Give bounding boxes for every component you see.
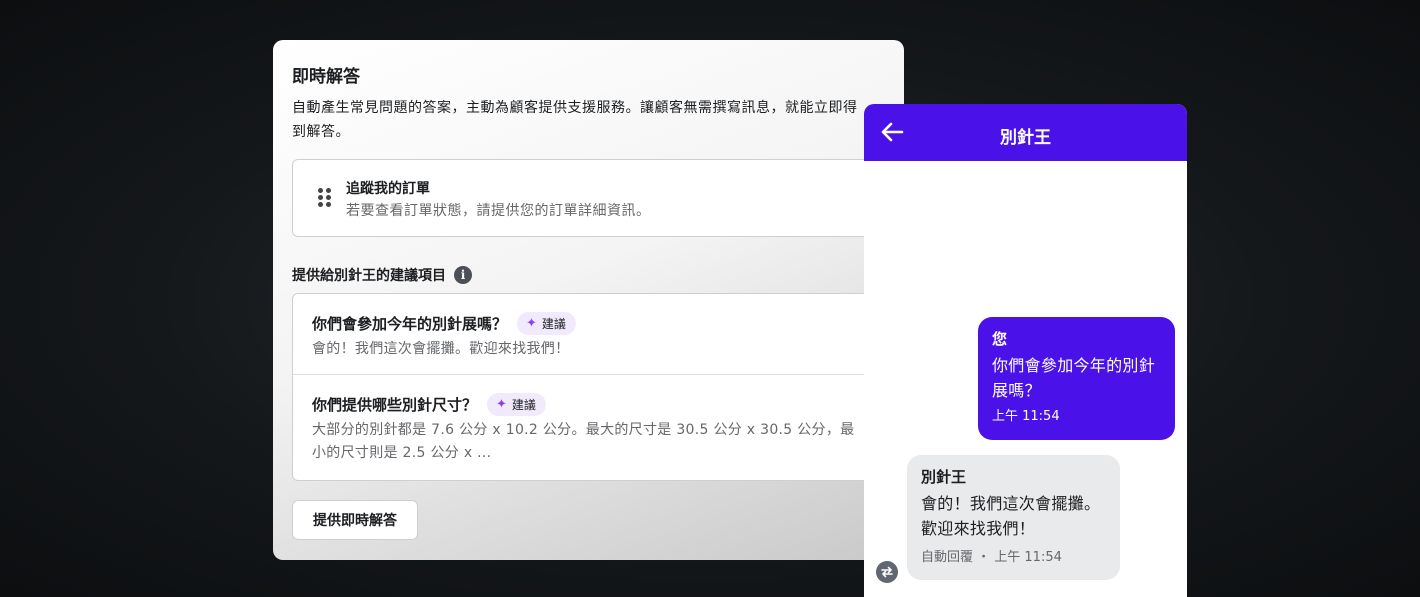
- message-time: 上午 11:54: [992, 409, 1060, 424]
- incoming-message-bubble: 別針王 會的！我們這次會擺攤。歡迎來找我們！ 自動回覆 ・ 上午 11:54: [907, 455, 1120, 580]
- suggestion-badge: ✦ 建議: [487, 393, 546, 416]
- message-sender: 別針王: [921, 468, 967, 486]
- card-title: 即時解答: [292, 67, 360, 87]
- suggestion-answer: 會的！我們這次會擺攤。歡迎來找我們！: [312, 341, 570, 357]
- suggestions-list: 你們會參加今年的別針展嗎？ ✦ 建議 會的！我們這次會擺攤。歡迎來找我們！ 你們…: [292, 293, 904, 481]
- message-meta: 自動回覆 ・ 上午 11:54: [921, 550, 1062, 565]
- suggestions-label: 提供給別針王的建議項目: [292, 268, 446, 284]
- sparkle-icon: ✦: [526, 316, 537, 331]
- suggestion-question-row: 你們會參加今年的別針展嗎？ ✦ 建議: [312, 312, 576, 335]
- message-text: 會的！我們這次會擺攤。歡迎來找我們！: [921, 494, 1101, 538]
- suggestion-question-row: 你們提供哪些別針尺寸？ ✦ 建議: [312, 393, 546, 416]
- card-description: 自動產生常見問題的答案，主動為顧客提供支援服務。讓顧客無需撰寫訊息，就能立即得到…: [292, 100, 858, 140]
- question-item-track-order[interactable]: 追蹤我的訂單 若要查看訂單狀態，請提供您的訂單詳細資訊。: [292, 159, 904, 237]
- suggestion-question: 你們提供哪些別針尺寸？: [312, 396, 478, 414]
- suggestion-badge-label: 建議: [541, 317, 566, 331]
- suggestion-item[interactable]: 你們會參加今年的別針展嗎？ ✦ 建議 會的！我們這次會擺攤。歡迎來找我們！: [293, 294, 904, 375]
- chat-header: 別針王: [864, 104, 1187, 161]
- message-text: 你們會參加今年的別針展嗎？: [992, 356, 1156, 400]
- suggestion-question: 你們會參加今年的別針展嗎？: [312, 315, 508, 333]
- question-subtitle: 若要查看訂單狀態，請提供您的訂單詳細資訊。: [346, 203, 651, 219]
- outgoing-message-bubble: 您 你們會參加今年的別針展嗎？ 上午 11:54: [978, 317, 1175, 440]
- chat-title: 別針王: [1000, 128, 1051, 148]
- repeat-icon: [876, 561, 898, 583]
- suggestions-heading: 提供給別針王的建議項目 i: [292, 265, 472, 285]
- provide-instant-answers-button[interactable]: 提供即時解答: [292, 500, 418, 540]
- info-icon[interactable]: i: [454, 266, 472, 284]
- suggestion-item[interactable]: 你們提供哪些別針尺寸？ ✦ 建議 大部分的別針都是 7.6 公分 x 10.2 …: [293, 375, 904, 480]
- suggestion-badge: ✦ 建議: [517, 312, 576, 335]
- suggestion-badge-label: 建議: [511, 398, 536, 412]
- instant-answers-settings-card: 即時解答 自動產生常見問題的答案，主動為顧客提供支援服務。讓顧客無需撰寫訊息，就…: [273, 40, 904, 560]
- chat-preview-panel: 別針王 您 你們會參加今年的別針展嗎？ 上午 11:54 別針王 會的！我們這次…: [864, 104, 1187, 597]
- sparkle-icon: ✦: [496, 397, 507, 412]
- drag-handle-icon[interactable]: [318, 188, 332, 208]
- stage: 即時解答 自動產生常見問題的答案，主動為顧客提供支援服務。讓顧客無需撰寫訊息，就…: [0, 0, 1420, 597]
- suggestion-answer: 大部分的別針都是 7.6 公分 x 10.2 公分。最大的尺寸是 30.5 公分…: [312, 422, 855, 461]
- message-sender: 您: [992, 330, 1008, 348]
- question-title: 追蹤我的訂單: [346, 181, 430, 197]
